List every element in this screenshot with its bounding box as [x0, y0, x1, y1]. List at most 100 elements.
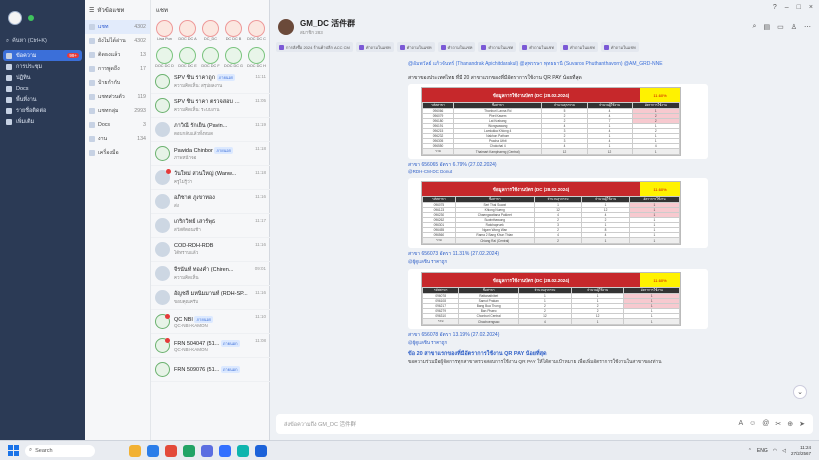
- excel-icon[interactable]: [183, 444, 195, 457]
- sheet-table: รหัสสาขา ชื่อสาขา จำนวนธุรกรรม จำนวนผู้ใช้ง…: [421, 102, 681, 155]
- chat-list-item[interactable]: SPV ชิน ราคาถูก ภายนอก ความคิดเห็น: สรุปผ…: [151, 70, 270, 94]
- chat-list-item[interactable]: COD-RDH-RDB ได้ทราบแล้ว 11:16: [151, 238, 270, 262]
- spreadsheet-image[interactable]: ข้อมูลการใช้งานบัตร (DC (28.02.2024) 11.6…: [421, 272, 681, 326]
- story-item[interactable]: DC DC B: [224, 20, 243, 41]
- rail-item-label: Docs: [16, 85, 29, 92]
- language-indicator[interactable]: ENG: [757, 448, 768, 454]
- chevron-up-icon[interactable]: ⌃: [748, 448, 752, 454]
- image-message[interactable]: ข้อมูลการใช้งานบัตร (DC (28.02.2024) 11.6…: [408, 178, 708, 248]
- category-item[interactable]: ยังไม่ได้อ่าน 4302: [85, 34, 150, 48]
- pinned-tab[interactable]: คำถามในแชท: [478, 42, 517, 52]
- rail-item[interactable]: เพิ่มเติม: [0, 116, 85, 127]
- story-item[interactable]: DOC DC G: [224, 47, 243, 68]
- chat-list-item[interactable]: ภาวิณี รักเย็น (Pavin... ตอบกลับแล้วทั้งห…: [151, 118, 270, 142]
- image-message[interactable]: ข้อมูลการใช้งานบัตร (DC (28.02.2024) 11.6…: [408, 269, 708, 329]
- taskbar-search[interactable]: ⌕ Search: [25, 444, 95, 457]
- clock[interactable]: 11:24 27/2/2567: [791, 445, 811, 457]
- volume-icon[interactable]: ◁: [782, 448, 786, 454]
- group-avatar[interactable]: [278, 19, 294, 35]
- pinned-tab[interactable]: คำถามในแชท: [600, 42, 639, 52]
- category-item[interactable]: ติดธงแล้ว 13: [85, 48, 150, 62]
- pinned-tab[interactable]: คำถามในแชท: [355, 42, 394, 52]
- chat-list-item[interactable]: FRN 509076 (51... ภายนอก: [151, 358, 270, 382]
- rail-item[interactable]: รายชื่อติดต่อ: [0, 105, 85, 116]
- story-item[interactable]: DOC DC C: [247, 20, 266, 41]
- story-item[interactable]: DOC DC D: [155, 47, 174, 68]
- spreadsheet-image[interactable]: ข้อมูลการใช้งานบัตร (DC (28.02.2024) 11.6…: [421, 87, 681, 156]
- profile-avatar[interactable]: [8, 11, 22, 25]
- category-item[interactable]: งาน 134: [85, 132, 150, 146]
- spreadsheet-image[interactable]: ข้อมูลการใช้งานบัตร (DC (28.02.2024) 11.6…: [421, 181, 681, 245]
- message-mention[interactable]: @ผู้ดูแลชิน ราคาถูก: [408, 339, 808, 346]
- chat-list-item[interactable]: SPV ชิน ราคา ตรวจสอบ ภายนอก ความคิดเห็น: …: [151, 94, 270, 118]
- close-icon[interactable]: ×: [809, 4, 813, 11]
- sheet-title: ข้อมูลการใช้งานบัตร (DC (28.02.2024): [422, 88, 640, 102]
- app-icon[interactable]: [237, 444, 249, 457]
- docs-icon[interactable]: ▤: [763, 23, 770, 31]
- category-item[interactable]: เครื่องมือ: [85, 146, 150, 160]
- pinned-tab[interactable]: คำถามในแชท: [437, 42, 476, 52]
- scissors-icon[interactable]: ✂: [775, 420, 781, 428]
- message-list[interactable]: @อัมพวัลย์ แก้วจันทร์ (Thanandrak Apichi…: [278, 60, 808, 410]
- mention-message[interactable]: @อัมพวัลย์ แก้วจันทร์ (Thanandrak Apichi…: [408, 60, 808, 68]
- search-icon[interactable]: ⌕: [753, 23, 757, 31]
- add-icon[interactable]: ⊕: [787, 420, 793, 428]
- chat-list-item[interactable]: FRN 504047 (51... ภายนอก QC-NBI-KAMON 11:0…: [151, 334, 270, 358]
- wifi-icon[interactable]: ◠: [773, 448, 777, 454]
- teams-icon[interactable]: [201, 444, 213, 457]
- chat-item-time: 11:19: [255, 122, 266, 127]
- emoji-icon[interactable]: ☺: [749, 420, 756, 428]
- format-icon[interactable]: A: [738, 420, 743, 428]
- add-member-icon[interactable]: ♙: [791, 23, 797, 31]
- chat-item-preview: ได้ทราบแล้ว: [174, 250, 199, 255]
- file-explorer-icon[interactable]: [129, 444, 141, 457]
- story-item[interactable]: DOC DC A: [178, 20, 197, 41]
- send-icon[interactable]: ➤: [799, 420, 805, 428]
- category-item[interactable]: แชทส่วนตัว 119: [85, 90, 150, 104]
- pinned-tab[interactable]: คำถามในแชท: [519, 42, 558, 52]
- chat-list-item[interactable]: Pawida Chinbor ภายนอก ภาพหน้าจอ 11:18: [151, 142, 270, 166]
- chrome-icon[interactable]: [165, 444, 177, 457]
- story-item[interactable]: Lisa Pun: [155, 20, 174, 41]
- image-message[interactable]: ข้อมูลการใช้งานบัตร (DC (28.02.2024) 11.6…: [408, 84, 708, 159]
- lark-icon[interactable]: [219, 444, 231, 457]
- message-mention[interactable]: @ผู้ดูแลชิน ราคาถูก: [408, 258, 808, 265]
- pinned-tab[interactable]: การสั่งซื้อ 2024 ร้านค้าปลีก ACC CM: [276, 42, 353, 52]
- global-search[interactable]: ⌕ ค้นหา (Ctrl+K): [6, 36, 79, 46]
- chat-list-item[interactable]: วันใหม่ สวนใหญ่ (Wanw... ครูไม่รู้ว่า 11:1…: [151, 166, 270, 190]
- windows-start-icon[interactable]: [8, 445, 19, 456]
- story-item[interactable]: DC_DC: [201, 20, 220, 41]
- scroll-to-bottom-button[interactable]: ⌄: [793, 385, 807, 399]
- story-item[interactable]: DOC DC H: [247, 47, 266, 68]
- mention-icon[interactable]: @: [762, 420, 769, 428]
- pinned-tab[interactable]: คำถามในแชท: [560, 42, 598, 52]
- more-icon[interactable]: ⋯: [804, 23, 811, 31]
- outlook-icon[interactable]: [255, 444, 267, 457]
- help-icon[interactable]: ?: [773, 4, 777, 11]
- chat-list-item[interactable]: QC NBI ภายนอก QC-NBI-KAMON 11:10: [151, 310, 270, 334]
- chat-list-item[interactable]: จีรนันท์ ทองคำ (Chiren... ความคิดเห็น 09:0…: [151, 262, 270, 286]
- story-item[interactable]: DOC DC E: [178, 47, 197, 68]
- rail-item[interactable]: Docs: [0, 83, 85, 94]
- maximize-icon[interactable]: □: [797, 4, 801, 11]
- chat-list-item[interactable]: อัญชลี มหนิมมานท์ (RDH-SP... ขอบคุณครับ 11…: [151, 286, 270, 310]
- rail-item[interactable]: พื้นที่งาน: [0, 94, 85, 105]
- category-item[interactable]: Docs 3: [85, 118, 150, 132]
- rail-item[interactable]: ข้อความ 99+: [3, 50, 82, 61]
- chat-list-item[interactable]: เกริกวิทย์ เสาร์พุธ สวัสดีตอนเช้า 11:17: [151, 214, 270, 238]
- category-item[interactable]: การพูดถึง 17: [85, 62, 150, 76]
- video-icon[interactable]: ▭: [777, 23, 784, 31]
- menu-icon[interactable]: ☰: [89, 7, 94, 14]
- message-input[interactable]: ส่งข้อความถึง GM_DC 活件群 A ☺ @ ✂ ⊕ ➤: [276, 414, 813, 434]
- rail-item[interactable]: ปฏิทิน: [0, 72, 85, 83]
- edge-icon[interactable]: [147, 444, 159, 457]
- story-item[interactable]: DOC DC F: [201, 47, 220, 68]
- rail-item[interactable]: การประชุม: [0, 61, 85, 72]
- category-item[interactable]: ป้ายกำกับ: [85, 76, 150, 90]
- chat-list-item[interactable]: อภิชาต ภูเขาทอง ส่ง 11:16: [151, 190, 270, 214]
- category-item[interactable]: แชท 4302: [85, 20, 150, 34]
- minimize-icon[interactable]: –: [785, 4, 789, 11]
- category-item[interactable]: แชทกลุ่ม 2993: [85, 104, 150, 118]
- pinned-tab[interactable]: คำถามในแชท: [396, 42, 435, 52]
- message-mention[interactable]: @RDH-CM-DC Donut: [408, 169, 808, 174]
